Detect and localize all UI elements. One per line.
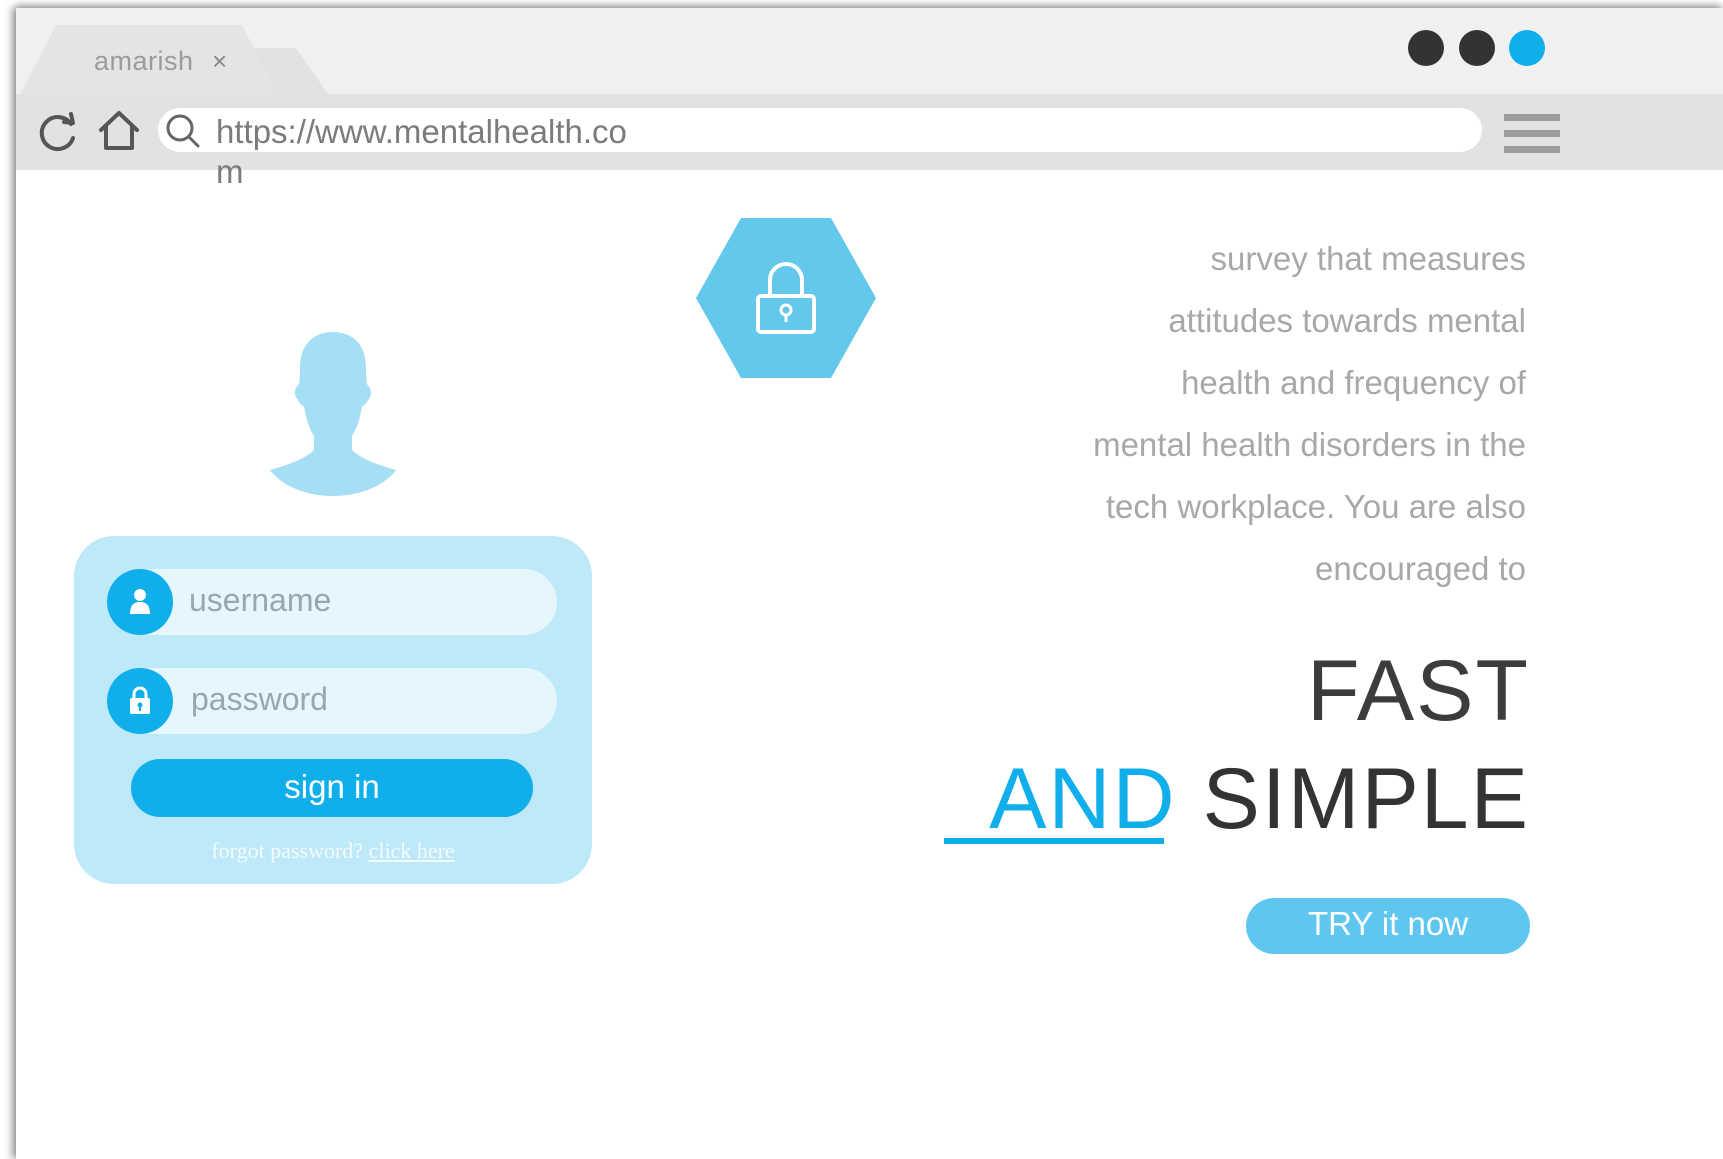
browser-window: amarish × https://www.mentalhealth.com u… [16,8,1723,1159]
sign-in-button[interactable]: sign in [131,759,533,817]
tab-title: amarish [94,46,194,76]
login-card: username password sign in forgot passwor… [74,536,592,884]
menu-icon[interactable] [1504,114,1560,162]
password-field[interactable]: password [107,668,557,734]
headline-and-simple: AND SIMPLE [916,750,1530,849]
username-field[interactable]: username [107,569,557,635]
click-here-link[interactable]: click here [369,838,455,863]
and-underline [944,838,1164,844]
headline-and: AND [989,751,1177,847]
tab-bar: amarish × [16,8,1723,95]
headline-fast: FAST [1306,643,1530,739]
close-tab-icon[interactable]: × [212,46,227,77]
refresh-icon[interactable] [34,110,80,156]
user-avatar-icon [270,332,396,496]
lock-icon-badge [107,668,173,734]
description-text: survey that measures attitudes towards m… [1093,240,1526,587]
window-dot-2[interactable] [1459,30,1495,66]
forgot-password-text: forgot password? [211,838,364,863]
lock-icon [756,262,816,334]
headline-simple: SIMPLE [1202,751,1530,847]
home-icon[interactable] [96,108,142,154]
try-it-now-button[interactable]: TRY it now [1246,898,1530,954]
lock-small-icon [130,686,150,714]
user-icon-badge [107,569,173,635]
password-input[interactable]: password [191,681,328,718]
user-icon [130,589,150,614]
window-dot-1[interactable] [1408,30,1444,66]
forgot-password-line: forgot password? click here [74,838,592,864]
search-icon [166,114,200,148]
username-input[interactable]: username [189,582,331,619]
url-text[interactable]: https://www.mentalhealth.com [216,112,636,192]
window-dot-3[interactable] [1509,30,1545,66]
